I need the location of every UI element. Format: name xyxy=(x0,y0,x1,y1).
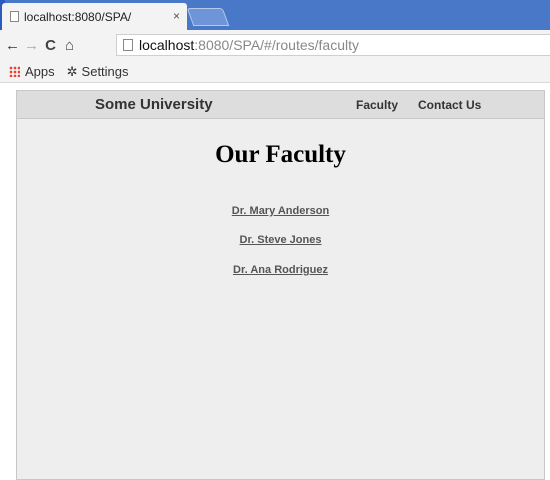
browser-tab[interactable]: localhost:8080/SPA/ × xyxy=(2,3,187,30)
bookmark-label: Apps xyxy=(25,64,55,79)
home-icon[interactable]: ⌂ xyxy=(60,37,79,54)
close-icon[interactable]: × xyxy=(173,9,180,23)
forward-arrow-icon[interactable]: → xyxy=(22,37,41,54)
faculty-link-steve-jones[interactable]: Dr. Steve Jones xyxy=(17,234,544,246)
page-title: Our Faculty xyxy=(215,141,346,168)
browser-toolbar: ← → C ⌂ localhost:8080/SPA/#/routes/facu… xyxy=(0,30,550,61)
address-bar[interactable]: localhost:8080/SPA/#/routes/faculty xyxy=(116,34,550,56)
page-icon xyxy=(10,11,19,22)
new-tab-button[interactable] xyxy=(186,8,230,26)
url-path: :8080/SPA/#/routes/faculty xyxy=(194,37,359,53)
nav-link-contact-us[interactable]: Contact Us xyxy=(418,98,481,112)
gear-icon: ✲ xyxy=(66,63,78,79)
back-arrow-icon[interactable]: ← xyxy=(3,37,22,54)
apps-grid-icon xyxy=(9,66,20,77)
bookmark-settings[interactable]: ✲ Settings xyxy=(67,64,129,80)
faculty-link-ana-rodriguez[interactable]: Dr. Ana Rodriguez xyxy=(17,264,544,276)
page-icon xyxy=(123,39,133,51)
tab-strip: localhost:8080/SPA/ × xyxy=(0,0,550,30)
tab-title: localhost:8080/SPA/ xyxy=(24,9,132,24)
bookmark-apps[interactable]: Apps xyxy=(9,64,55,79)
reload-icon[interactable]: C xyxy=(41,37,60,54)
bookmark-label: Settings xyxy=(81,64,129,79)
nav-link-faculty[interactable]: Faculty xyxy=(356,98,398,112)
url-host: localhost xyxy=(139,37,195,53)
site-brand[interactable]: Some University xyxy=(95,96,213,113)
faculty-link-mary-anderson[interactable]: Dr. Mary Anderson xyxy=(17,205,544,217)
bookmarks-bar: Apps ✲ Settings xyxy=(0,61,550,83)
web-page: Some University Faculty Contact Us Our F… xyxy=(16,90,545,480)
site-navbar: Some University Faculty Contact Us xyxy=(17,91,544,119)
